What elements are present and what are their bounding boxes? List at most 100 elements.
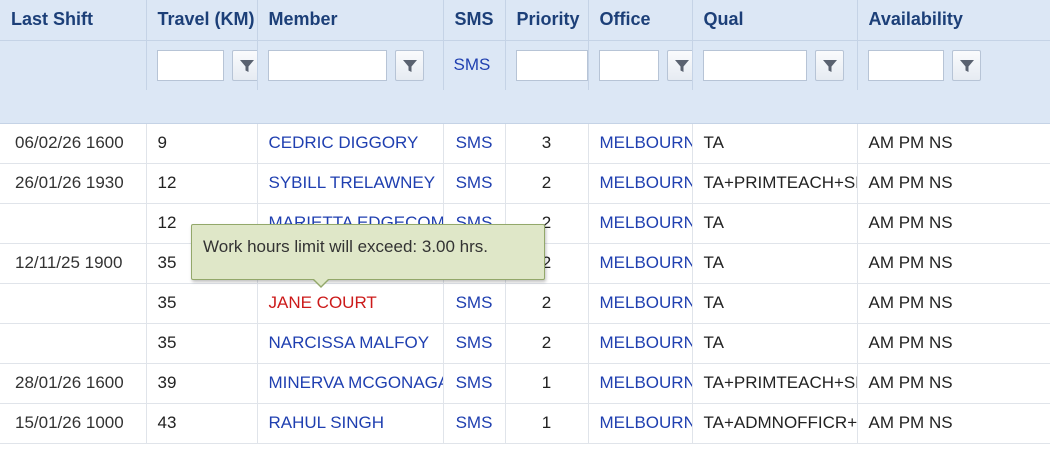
cell-sms-link[interactable]: SMS bbox=[443, 123, 506, 164]
cell-office[interactable]: MELBOURNE bbox=[588, 363, 693, 404]
cell-availability: AM PM NS bbox=[857, 323, 1050, 364]
cell-qual: TA bbox=[692, 243, 858, 284]
office-filter-input[interactable] bbox=[598, 49, 659, 81]
filter-cell-last-shift bbox=[0, 40, 147, 90]
cell-travel: 35 bbox=[146, 323, 258, 364]
cell-availability: AM PM NS bbox=[857, 163, 1050, 204]
qual-filter-input[interactable] bbox=[702, 49, 807, 81]
cell-last-shift: 26/01/26 1930 bbox=[0, 163, 147, 204]
cell-travel: 39 bbox=[146, 363, 258, 404]
grid-body: 06/02/26 16009CEDRIC DIGGORYSMS3MELBOURN… bbox=[0, 123, 1050, 444]
cell-office[interactable]: MELBOURNE bbox=[588, 163, 693, 204]
table-row[interactable]: 28/01/26 160039MINERVA MCGONAGALLSMS1MEL… bbox=[0, 363, 1050, 404]
member-filter-input[interactable] bbox=[267, 49, 387, 81]
cell-last-shift bbox=[0, 203, 147, 244]
sms-filter-link[interactable]: SMS bbox=[454, 55, 491, 74]
column-header-last-shift[interactable]: Last Shift bbox=[0, 0, 147, 41]
header-row: Last Shift Travel (KM) Member SMS Priori… bbox=[0, 0, 1050, 41]
priority-filter-input[interactable] bbox=[515, 49, 587, 81]
column-header-travel[interactable]: Travel (KM) bbox=[146, 0, 258, 41]
qual-filter-button[interactable] bbox=[814, 49, 844, 81]
cell-last-shift bbox=[0, 283, 147, 324]
member-filter-button[interactable] bbox=[394, 49, 424, 81]
table-row[interactable]: 15/01/26 100043RAHUL SINGHSMS1MELBOURNET… bbox=[0, 403, 1050, 444]
cell-office[interactable]: MELBOURNE bbox=[588, 243, 693, 284]
funnel-icon bbox=[959, 59, 974, 72]
cell-last-shift: 06/02/26 1600 bbox=[0, 123, 147, 164]
filter-cell-member bbox=[257, 40, 444, 90]
column-header-office[interactable]: Office bbox=[588, 0, 693, 41]
cell-qual: TA+PRIMTEACH+SEN bbox=[692, 363, 858, 404]
cell-office[interactable]: MELBOURNE bbox=[588, 203, 693, 244]
filter-cell-office bbox=[588, 40, 693, 90]
cell-availability: AM PM NS bbox=[857, 283, 1050, 324]
cell-office[interactable]: MELBOURNE bbox=[588, 403, 693, 444]
work-hours-tooltip: Work hours limit will exceed: 3.00 hrs. bbox=[191, 224, 545, 288]
cell-qual: TA bbox=[692, 283, 858, 324]
cell-sms-link[interactable]: SMS bbox=[443, 403, 506, 444]
availability-filter-input[interactable] bbox=[867, 49, 944, 81]
cell-qual: TA bbox=[692, 323, 858, 364]
tooltip-text: Work hours limit will exceed: 3.00 hrs. bbox=[203, 237, 489, 256]
travel-filter-input[interactable] bbox=[156, 49, 224, 81]
cell-qual: TA+PRIMTEACH+SEN bbox=[692, 163, 858, 204]
availability-filter-button[interactable] bbox=[951, 49, 981, 81]
office-filter-button[interactable] bbox=[666, 49, 691, 81]
cell-availability: AM PM NS bbox=[857, 243, 1050, 284]
cell-member[interactable]: RAHUL SINGH bbox=[257, 403, 444, 444]
cell-priority: 2 bbox=[505, 163, 589, 204]
filter-cell-travel bbox=[146, 40, 258, 90]
funnel-icon bbox=[402, 59, 417, 72]
cell-priority: 2 bbox=[505, 323, 589, 364]
funnel-icon bbox=[674, 59, 689, 72]
table-row[interactable]: 35NARCISSA MALFOYSMS2MELBOURNETAAM PM NS bbox=[0, 323, 1050, 364]
table-row[interactable]: 35JANE COURTSMS2MELBOURNETAAM PM NS bbox=[0, 283, 1050, 324]
cell-last-shift: 12/11/25 1900 bbox=[0, 243, 147, 284]
cell-sms-link[interactable]: SMS bbox=[443, 323, 506, 364]
cell-member[interactable]: SYBILL TRELAWNEY bbox=[257, 163, 444, 204]
cell-priority: 2 bbox=[505, 283, 589, 324]
cell-last-shift bbox=[0, 323, 147, 364]
cell-last-shift: 15/01/26 1000 bbox=[0, 403, 147, 444]
cell-priority: 1 bbox=[505, 403, 589, 444]
cell-travel: 35 bbox=[146, 283, 258, 324]
column-header-availability[interactable]: Availability bbox=[857, 0, 1050, 41]
filter-cell-availability bbox=[857, 40, 1050, 90]
funnel-icon bbox=[822, 59, 837, 72]
filter-row: SMS bbox=[0, 40, 1050, 90]
cell-priority: 1 bbox=[505, 363, 589, 404]
cell-office[interactable]: MELBOURNE bbox=[588, 123, 693, 164]
tooltip-pointer bbox=[312, 278, 330, 288]
cell-office[interactable]: MELBOURNE bbox=[588, 323, 693, 364]
filter-cell-priority bbox=[505, 40, 589, 90]
cell-member[interactable]: MINERVA MCGONAGALL bbox=[257, 363, 444, 404]
cell-member[interactable]: JANE COURT bbox=[257, 283, 444, 324]
cell-sms-link[interactable]: SMS bbox=[443, 163, 506, 204]
cell-travel: 12 bbox=[146, 163, 258, 204]
cell-travel: 9 bbox=[146, 123, 258, 164]
filter-cell-qual bbox=[692, 40, 858, 90]
cell-availability: AM PM NS bbox=[857, 123, 1050, 164]
cell-last-shift: 28/01/26 1600 bbox=[0, 363, 147, 404]
cell-office[interactable]: MELBOURNE bbox=[588, 283, 693, 324]
funnel-icon bbox=[239, 59, 254, 72]
column-header-priority[interactable]: Priority bbox=[505, 0, 589, 41]
cell-availability: AM PM NS bbox=[857, 403, 1050, 444]
cell-qual: TA+ADMNOFFICR+ bbox=[692, 403, 858, 444]
cell-member[interactable]: CEDRIC DIGGORY bbox=[257, 123, 444, 164]
table-row[interactable]: 26/01/26 1930 12 SYBILL TRELAWNEY SMS 2 MELBO… bbox=[0, 163, 1050, 204]
roster-grid: Last Shift Travel (KM) Member SMS Priori… bbox=[0, 0, 1050, 444]
travel-filter-button[interactable] bbox=[231, 49, 256, 81]
column-header-qual[interactable]: Qual bbox=[692, 0, 858, 41]
table-row[interactable]: 06/02/26 16009CEDRIC DIGGORYSMS3MELBOURN… bbox=[0, 123, 1050, 164]
column-header-member[interactable]: Member bbox=[257, 0, 444, 41]
cell-availability: AM PM NS bbox=[857, 203, 1050, 244]
column-header-sms[interactable]: SMS bbox=[443, 0, 506, 41]
cell-availability: AM PM NS bbox=[857, 363, 1050, 404]
group-header-band bbox=[0, 90, 1050, 124]
cell-qual: TA bbox=[692, 123, 858, 164]
cell-sms-link[interactable]: SMS bbox=[443, 283, 506, 324]
cell-qual: TA bbox=[692, 203, 858, 244]
cell-sms-link[interactable]: SMS bbox=[443, 363, 506, 404]
cell-member[interactable]: NARCISSA MALFOY bbox=[257, 323, 444, 364]
